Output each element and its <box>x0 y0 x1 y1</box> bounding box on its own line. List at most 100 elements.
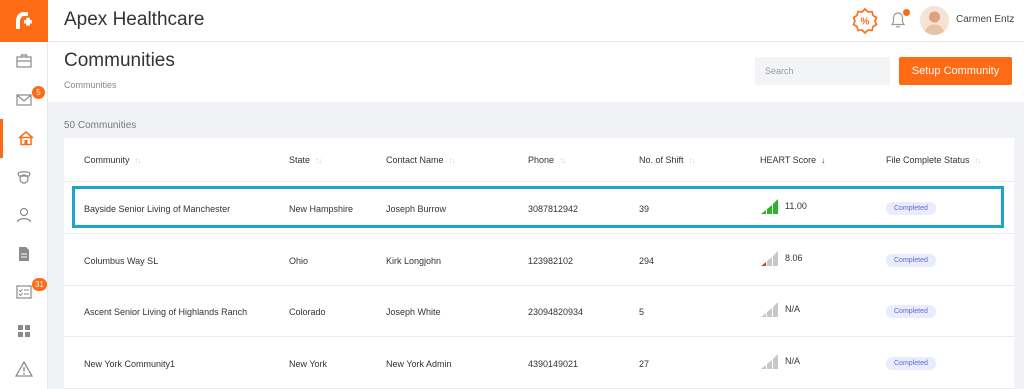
table-header: Community ↑↓ State ↑↓ Contact Name ↑↓ Phone ↑↓ N… <box>64 138 1014 182</box>
sidebar-item-community[interactable] <box>0 119 48 158</box>
cell-phone: 23094820934 <box>528 307 584 317</box>
cell-phone: 123982102 <box>528 255 574 266</box>
user-name[interactable]: Carmen Entz <box>956 14 1014 25</box>
column-header-label: State <box>289 155 311 165</box>
document-icon <box>19 246 29 261</box>
breadcrumb[interactable]: Communities <box>64 80 117 90</box>
warning-icon <box>15 360 33 377</box>
cell-state: New Hampshire <box>289 204 354 214</box>
checklist-icon <box>16 285 32 299</box>
column-header[interactable]: Contact Name ↑↓ <box>386 155 456 165</box>
sort-icon[interactable]: ↑↓ <box>559 156 566 165</box>
status-badge: Completed <box>886 356 936 370</box>
heart-score: 11.00 <box>760 198 807 214</box>
cell-shifts: 294 <box>639 255 655 266</box>
setup-community-button[interactable]: Setup Community <box>899 57 1012 85</box>
heart-score-bars-icon <box>761 199 778 214</box>
table-row[interactable]: Ascent Senior Living of Highlands Ranch C… <box>64 286 1014 337</box>
cell-shifts: 39 <box>639 204 650 214</box>
heart-score: N/A <box>760 301 800 317</box>
cell-phone: 4390149021 <box>528 358 579 369</box>
apex-logo[interactable] <box>0 0 48 42</box>
cell-phone: 3087812942 <box>528 204 579 214</box>
heart-score: 8.06 <box>760 250 803 266</box>
column-header[interactable]: HEART Score ↓ <box>760 155 825 165</box>
heart-score-value: N/A <box>785 304 801 314</box>
column-header-label: HEART Score <box>760 155 817 165</box>
heart-score-value: 8.06 <box>785 252 803 263</box>
mail-icon <box>16 94 32 106</box>
column-header[interactable]: Community ↑↓ <box>84 155 142 165</box>
nurse-icon <box>17 170 31 184</box>
sidebar-item-briefcase[interactable] <box>0 42 48 81</box>
heart-score-bars-icon <box>761 353 778 369</box>
sidebar-item-document[interactable] <box>0 235 48 274</box>
apex-logo-icon <box>16 12 32 29</box>
column-header-label: Phone <box>528 155 555 165</box>
cell-contact: New York Admin <box>386 358 452 369</box>
column-header-label: File Complete Status <box>886 155 970 165</box>
heart-score-value: 11.00 <box>785 201 807 211</box>
person-icon <box>16 208 32 223</box>
avatar-image <box>920 6 949 35</box>
column-header[interactable]: Phone ↑↓ <box>528 155 566 165</box>
table-row[interactable]: Columbus Way SL Ohio Kirk Longjohn 12398210… <box>64 235 1014 286</box>
cell-state: New York <box>289 358 328 369</box>
table-row[interactable]: New York Community1 New York New York Admi… <box>64 338 1014 389</box>
cell-community: Bayside Senior Living of Manchester <box>84 204 231 214</box>
column-header[interactable]: State ↑↓ <box>289 155 322 165</box>
avatar[interactable] <box>920 6 949 35</box>
sidebar: 5 31 <box>0 0 48 389</box>
status-badge: Completed <box>886 253 936 267</box>
discount-badge-icon[interactable]: % <box>852 8 878 34</box>
sidebar-item-nurse[interactable] <box>0 158 48 197</box>
sort-desc-icon[interactable]: ↓ <box>821 156 825 165</box>
cell-contact: Kirk Longjohn <box>386 255 442 266</box>
page-header: Communities Communities Setup Community <box>48 42 1024 102</box>
heart-score-value: N/A <box>785 355 801 366</box>
page-title: Communities <box>64 50 175 71</box>
grid-icon <box>18 324 30 337</box>
sort-icon[interactable]: ↑↓ <box>689 156 696 165</box>
column-header[interactable]: No. of Shift ↑↓ <box>639 155 696 165</box>
column-header[interactable]: File Complete Status ↑↓ <box>886 155 982 165</box>
briefcase-icon <box>16 54 32 68</box>
community-icon <box>18 131 33 146</box>
column-header-label: Contact Name <box>386 155 444 165</box>
svg-text:%: % <box>861 17 870 28</box>
sort-icon[interactable]: ↑↓ <box>315 156 322 165</box>
community-count: 50 Communities <box>64 120 137 131</box>
cell-community: New York Community1 <box>84 358 176 369</box>
sort-icon[interactable]: ↑↓ <box>135 156 142 165</box>
cell-shifts: 27 <box>639 358 650 369</box>
top-bar: Apex Healthcare % Carmen Entz <box>48 0 1024 42</box>
status-badge: Completed <box>886 305 936 318</box>
sidebar-badge: 31 <box>32 278 47 291</box>
sidebar-item-person[interactable] <box>0 196 48 235</box>
app-title: Apex Healthcare <box>64 9 205 30</box>
cell-shifts: 5 <box>639 307 645 317</box>
heart-score-bars-icon <box>761 250 778 266</box>
search-input[interactable] <box>755 57 890 85</box>
column-header-label: No. of Shift <box>639 155 684 165</box>
sort-icon[interactable]: ↑↓ <box>449 156 456 165</box>
heart-score: N/A <box>760 353 800 369</box>
table-row[interactable]: Bayside Senior Living of Manchester New H… <box>64 183 1014 234</box>
cell-contact: Joseph White <box>386 307 441 317</box>
cell-community: Columbus Way SL <box>84 255 159 266</box>
cell-state: Colorado <box>289 307 326 317</box>
sidebar-item-grid[interactable] <box>0 312 48 351</box>
sidebar-item-mail[interactable]: 5 <box>0 81 48 120</box>
notification-dot <box>903 9 910 16</box>
communities-table: Community ↑↓ State ↑↓ Contact Name ↑↓ Phone ↑↓ N… <box>64 138 1014 389</box>
cell-contact: Joseph Burrow <box>386 204 447 214</box>
column-header-label: Community <box>84 155 130 165</box>
cell-community: Ascent Senior Living of Highlands Ranch <box>84 307 248 317</box>
sort-icon[interactable]: ↑↓ <box>975 156 982 165</box>
status-badge: Completed <box>886 202 936 215</box>
sidebar-badge: 5 <box>32 85 45 99</box>
sidebar-item-warning[interactable] <box>0 350 48 389</box>
cell-state: Ohio <box>289 255 309 266</box>
sidebar-item-checklist[interactable]: 31 <box>0 273 48 312</box>
heart-score-bars-icon <box>761 302 778 317</box>
